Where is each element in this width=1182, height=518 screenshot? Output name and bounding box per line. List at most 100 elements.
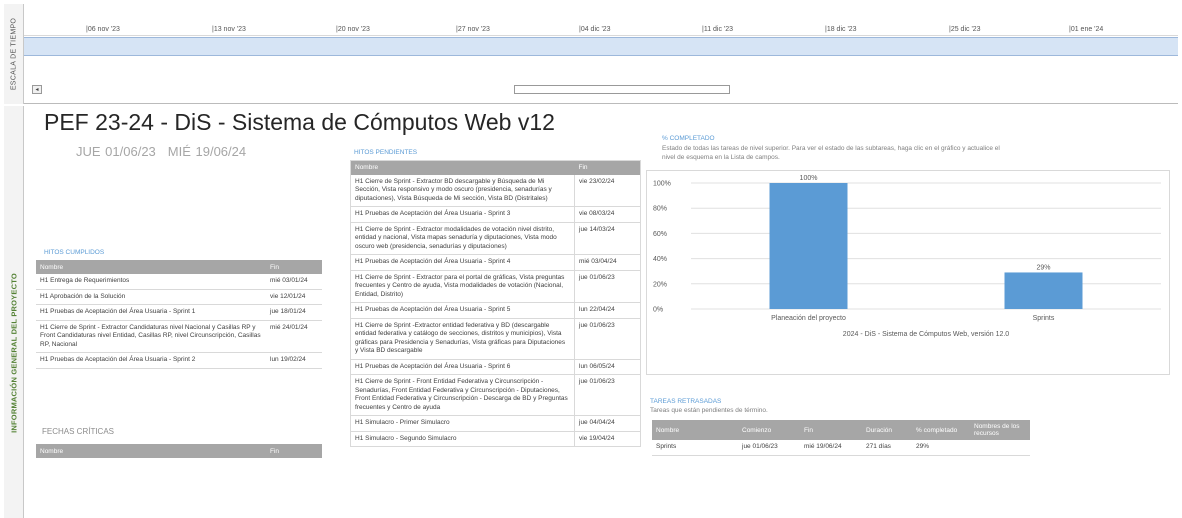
table-row[interactable]: Sprints jue 01/06/23 mié 19/06/24 271 dí…: [652, 440, 1030, 456]
table-row[interactable]: H1 Cierre de Sprint - Extractor para el …: [350, 270, 641, 303]
col-name: Nombre: [350, 160, 575, 175]
cell-name: H1 Pruebas de Aceptación del Área Usuari…: [350, 359, 575, 375]
cell-fin: mié 19/06/24: [800, 440, 862, 456]
table-row[interactable]: H1 Pruebas de Aceptación del Área Usuari…: [36, 352, 322, 369]
table-row[interactable]: H1 Cierre de Sprint - Extractor BD desca…: [350, 174, 641, 207]
cell-name: H1 Pruebas de Aceptación del Área Usuari…: [350, 206, 575, 223]
timescale-tick: |18 dic '23: [825, 26, 857, 33]
cell-fin: jue 01/06/23: [574, 270, 641, 303]
table-header-row: Nombre Fin: [36, 444, 322, 458]
late-tasks-subtitle: Tareas que están pendientes de término.: [650, 407, 768, 414]
page-title[interactable]: PEF 23-24 - DiS - Sistema de Cómputos We…: [44, 109, 555, 136]
col-duration: Duración: [862, 420, 912, 440]
start-date: JUE 01/06/23: [76, 144, 156, 159]
table-header-row: Nombre Fin: [350, 160, 641, 175]
timescale-tick: |11 dic '23: [702, 26, 734, 33]
cell-name: H1 Cierre de Sprint -Extractor entidad f…: [350, 318, 575, 360]
cell-fin: jue 18/01/24: [266, 304, 322, 321]
cell-name: H1 Pruebas de Aceptación del Área Usuari…: [36, 304, 266, 321]
cell-name: H1 Simulacro - Segundo Simulacro: [350, 431, 575, 447]
percent-complete-title: % COMPLETADO: [662, 135, 715, 142]
table-row[interactable]: H1 Pruebas de Aceptación del Área Usuari…: [350, 254, 641, 271]
end-date: MIÉ 19/06/24: [167, 144, 247, 159]
col-fin: Fin: [800, 420, 862, 440]
timescale[interactable]: |06 nov '23 |13 nov '23 |20 nov '23 |27 …: [24, 4, 1178, 104]
pending-milestones-title: HITOS PENDIENTES: [354, 149, 418, 156]
table-header-row: Nombre Fin: [36, 260, 322, 274]
cell-name: H1 Cierre de Sprint - Front Entidad Fede…: [350, 374, 575, 416]
late-tasks-table[interactable]: Nombre Comienzo Fin Duración % completad…: [652, 420, 1030, 456]
cell-name: Sprints: [652, 440, 738, 456]
completed-milestones-table[interactable]: Nombre Fin H1 Entrega de Requerimientos m…: [36, 260, 322, 369]
table-row[interactable]: H1 Pruebas de Aceptación del Área Usuari…: [350, 359, 641, 375]
col-name: Nombre: [36, 260, 266, 274]
cell-percent: 29%: [912, 440, 970, 456]
cell-name: H1 Entrega de Requerimientos: [36, 274, 266, 290]
table-row[interactable]: H1 Simulacro - Primer Simulacro jue 04/04…: [350, 415, 641, 432]
cell-start: jue 01/06/23: [738, 440, 800, 456]
table-header-row: Nombre Comienzo Fin Duración % completad…: [652, 420, 1030, 440]
cell-fin: vie 12/01/24: [266, 289, 322, 305]
table-row[interactable]: H1 Aprobación de la Solución vie 12/01/24: [36, 289, 322, 305]
col-name: Nombre: [36, 444, 266, 458]
col-name: Nombre: [652, 420, 738, 440]
timescale-tick: |20 nov '23: [336, 26, 370, 33]
cell-fin: jue 14/03/24: [574, 222, 641, 255]
cell-fin: lun 06/05/24: [574, 359, 641, 375]
table-row[interactable]: H1 Pruebas de Aceptación del Área Usuari…: [350, 206, 641, 223]
timescale-side-label: ESCALA DE TIEMPO: [4, 4, 24, 104]
col-fin: Fin: [574, 160, 641, 175]
cell-fin: mié 24/01/24: [266, 320, 322, 353]
col-fin: Fin: [266, 444, 322, 458]
table-row[interactable]: H1 Cierre de Sprint - Extractor modalida…: [350, 222, 641, 255]
cell-name: H1 Pruebas de Aceptación del Área Usuari…: [350, 302, 575, 319]
report-canvas: PEF 23-24 - DiS - Sistema de Cómputos We…: [24, 104, 1182, 518]
col-resources: Nombres de los recursos: [970, 420, 1030, 440]
pending-milestones-table[interactable]: Nombre Fin H1 Cierre de Sprint - Extract…: [350, 160, 641, 447]
table-row[interactable]: H1 Pruebas de Aceptación del Área Usuari…: [36, 304, 322, 321]
cell-fin: lun 19/02/24: [266, 352, 322, 369]
y-tick-label: 80%: [653, 206, 667, 213]
timescale-tick: |01 ene '24: [1069, 26, 1104, 33]
cell-fin: jue 01/06/23: [574, 374, 641, 416]
timescale-tick: |27 nov '23: [456, 26, 490, 33]
y-tick-label: 60%: [653, 231, 667, 238]
table-row[interactable]: H1 Pruebas de Aceptación del Área Usuari…: [350, 302, 641, 319]
timescale-scrollbar[interactable]: ◂: [24, 84, 1178, 96]
critical-dates-title: FECHAS CRÍTICAS: [42, 427, 115, 436]
timescale-bar[interactable]: [24, 37, 1178, 56]
project-dates[interactable]: JUE 01/06/23 MIÉ 19/06/24: [76, 144, 246, 159]
table-row[interactable]: H1 Cierre de Sprint -Extractor entidad f…: [350, 318, 641, 360]
table-row[interactable]: H1 Cierre de Sprint - Extractor Candidat…: [36, 320, 322, 353]
col-fin: Fin: [266, 260, 322, 274]
bar: [1004, 272, 1083, 309]
critical-dates-table[interactable]: Nombre Fin: [36, 444, 322, 458]
chart-caption: 2024 - DiS - Sistema de Cómputos Web, ve…: [843, 331, 1010, 338]
cell-fin: lun 22/04/24: [574, 302, 641, 319]
cell-name: H1 Pruebas de Aceptación del Área Usuari…: [36, 352, 266, 369]
col-percent: % completado: [912, 420, 970, 440]
timescale-tick: |25 dic '23: [949, 26, 981, 33]
percent-complete-chart[interactable]: 0% 20% 40% 60% 80% 100% 100% Planeación del pro…: [646, 170, 1170, 375]
cell-fin: mié 03/01/24: [266, 274, 322, 290]
scroll-left-arrow-icon[interactable]: ◂: [32, 85, 42, 94]
report-view: ESCALA DE TIEMPO |06 nov '23 |13 nov '23…: [0, 0, 1182, 518]
cell-name: H1 Cierre de Sprint - Extractor BD desca…: [350, 174, 575, 207]
cell-fin: vie 23/02/24: [574, 174, 641, 207]
y-tick-label: 40%: [653, 256, 667, 263]
data-label: 100%: [800, 175, 818, 182]
y-tick-label: 100%: [653, 181, 671, 188]
percent-complete-chart-svg: 0% 20% 40% 60% 80% 100% 100% Planeación del pro…: [653, 175, 1161, 338]
timescale-tick: |06 nov '23: [86, 26, 120, 33]
scroll-thumb[interactable]: [514, 85, 730, 94]
y-tick-label: 0%: [653, 307, 663, 314]
x-tick-label: Sprints: [1033, 315, 1055, 322]
table-row[interactable]: H1 Simulacro - Segundo Simulacro vie 19/0…: [350, 431, 641, 447]
cell-fin: jue 01/06/23: [574, 318, 641, 360]
cell-name: H1 Cierre de Sprint - Extractor para el …: [350, 270, 575, 303]
timescale-tick: |04 dic '23: [579, 26, 611, 33]
timescale-ticks: |06 nov '23 |13 nov '23 |20 nov '23 |27 …: [24, 4, 1178, 36]
timescale-tick: |13 nov '23: [212, 26, 246, 33]
table-row[interactable]: H1 Entrega de Requerimientos mié 03/01/24: [36, 274, 322, 290]
table-row[interactable]: H1 Cierre de Sprint - Front Entidad Fede…: [350, 374, 641, 416]
